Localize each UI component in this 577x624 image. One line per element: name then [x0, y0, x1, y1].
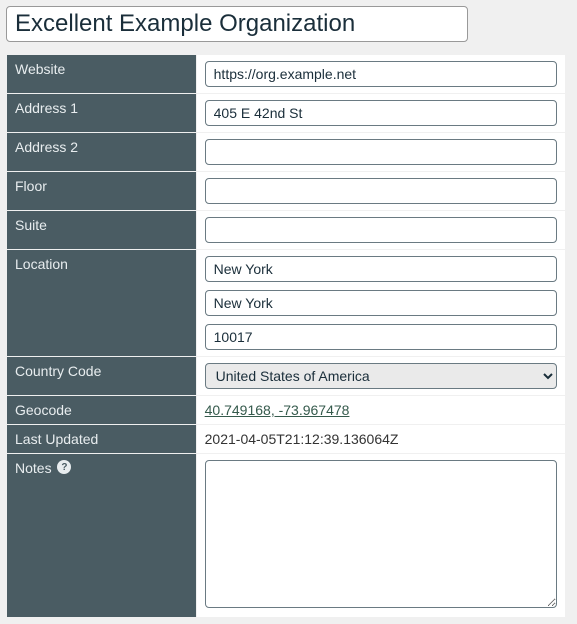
country-label: Country Code: [7, 357, 197, 396]
last-updated-label: Last Updated: [7, 425, 197, 454]
geocode-link[interactable]: 40.749168, -73.967478: [205, 402, 350, 418]
website-label: Website: [7, 55, 197, 94]
website-input[interactable]: [205, 61, 557, 87]
organization-name-input[interactable]: [6, 6, 468, 42]
help-icon[interactable]: ?: [57, 460, 71, 474]
address1-label: Address 1: [7, 94, 197, 133]
notes-label-cell: Notes ?: [7, 454, 197, 618]
notes-label: Notes: [15, 460, 52, 476]
location-label: Location: [7, 250, 197, 357]
postal-input[interactable]: [205, 324, 557, 350]
state-input[interactable]: [205, 290, 557, 316]
address2-label: Address 2: [7, 133, 197, 172]
address1-input[interactable]: [205, 100, 557, 126]
suite-label: Suite: [7, 211, 197, 250]
address2-input[interactable]: [205, 139, 557, 165]
last-updated-value: 2021-04-05T21:12:39.136064Z: [196, 425, 565, 454]
organization-form: Website Address 1 Address 2 Floor Suite …: [6, 54, 566, 618]
geocode-label: Geocode: [7, 396, 197, 425]
country-select[interactable]: United States of America: [205, 363, 557, 389]
floor-label: Floor: [7, 172, 197, 211]
floor-input[interactable]: [205, 178, 557, 204]
city-input[interactable]: [205, 256, 557, 282]
suite-input[interactable]: [205, 217, 557, 243]
notes-textarea[interactable]: [205, 460, 557, 608]
